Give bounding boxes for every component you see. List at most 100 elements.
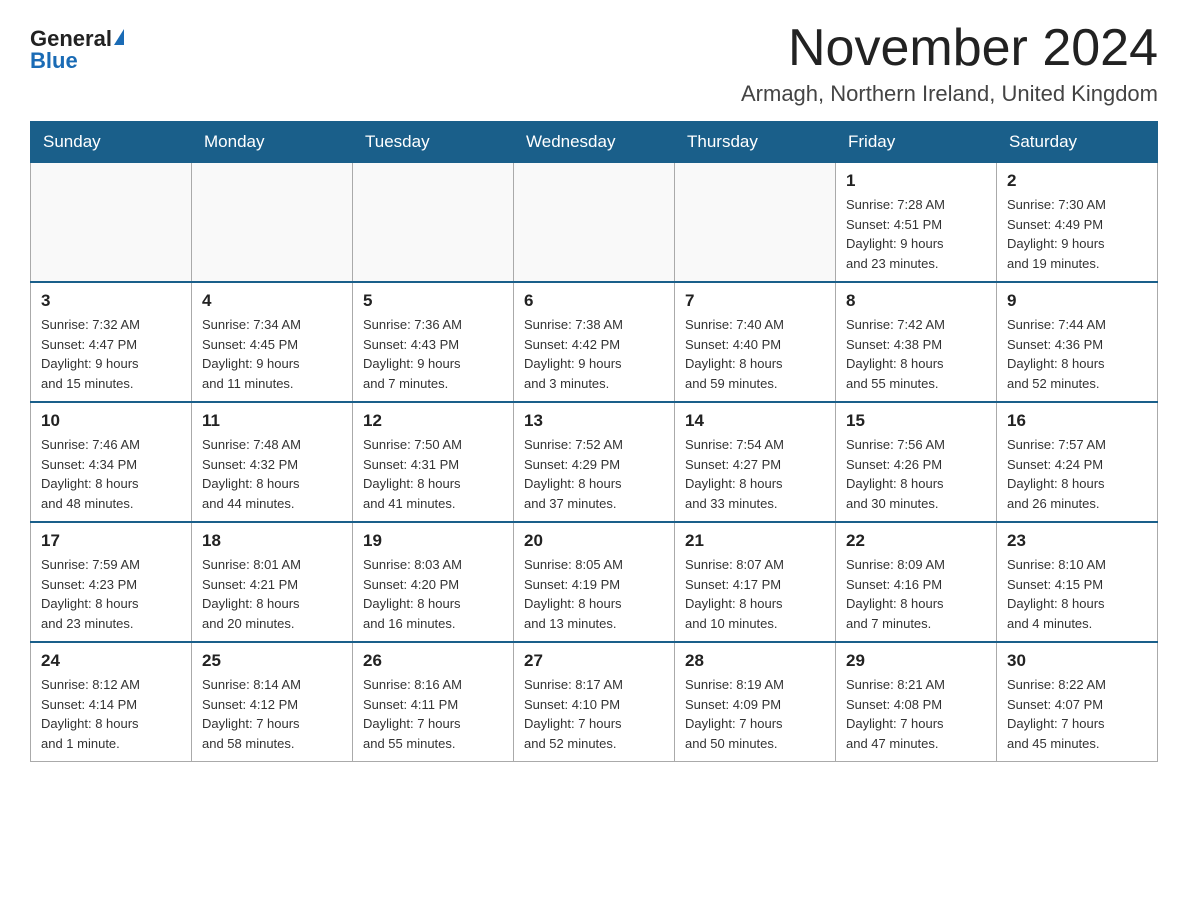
- logo-general-text: General: [30, 28, 112, 50]
- day-info: Sunrise: 8:19 AMSunset: 4:09 PMDaylight:…: [685, 675, 825, 753]
- day-info: Sunrise: 7:36 AMSunset: 4:43 PMDaylight:…: [363, 315, 503, 393]
- day-number: 1: [846, 171, 986, 191]
- day-info: Sunrise: 7:44 AMSunset: 4:36 PMDaylight:…: [1007, 315, 1147, 393]
- calendar-cell: 9 Sunrise: 7:44 AMSunset: 4:36 PMDaylight…: [997, 282, 1158, 402]
- calendar-cell: 8 Sunrise: 7:42 AMSunset: 4:38 PMDaylight…: [836, 282, 997, 402]
- day-info: Sunrise: 7:40 AMSunset: 4:40 PMDaylight:…: [685, 315, 825, 393]
- calendar-cell: 18Sunrise: 8:01 AMSunset: 4:21 PMDayligh…: [192, 522, 353, 642]
- calendar-cell: 3Sunrise: 7:32 AMSunset: 4:47 PMDaylight…: [31, 282, 192, 402]
- day-info: Sunrise: 8:09 AMSunset: 4:16 PMDaylight:…: [846, 555, 986, 633]
- day-number: 10: [41, 411, 181, 431]
- day-info: Sunrise: 7:59 AMSunset: 4:23 PMDaylight:…: [41, 555, 181, 633]
- day-info: Sunrise: 8:17 AMSunset: 4:10 PMDaylight:…: [524, 675, 664, 753]
- weekday-header-monday: Monday: [192, 122, 353, 163]
- day-number: 9: [1007, 291, 1147, 311]
- day-number: 23: [1007, 531, 1147, 551]
- day-number: 26: [363, 651, 503, 671]
- calendar-cell: 10 Sunrise: 7:46 AMSunset: 4:34 PMDayligh…: [31, 402, 192, 522]
- day-number: 11: [202, 411, 342, 431]
- day-number: 24: [41, 651, 181, 671]
- weekday-header-thursday: Thursday: [675, 122, 836, 163]
- day-info: Sunrise: 7:54 AMSunset: 4:27 PMDaylight:…: [685, 435, 825, 513]
- day-number: 12: [363, 411, 503, 431]
- calendar-header-row: SundayMondayTuesdayWednesdayThursdayFrid…: [31, 122, 1158, 163]
- day-number: 19: [363, 531, 503, 551]
- day-info: Sunrise: 8:14 AMSunset: 4:12 PMDaylight:…: [202, 675, 342, 753]
- calendar-cell: 6Sunrise: 7:38 AMSunset: 4:42 PMDaylight…: [514, 282, 675, 402]
- day-number: 29: [846, 651, 986, 671]
- calendar-cell: 19 Sunrise: 8:03 AMSunset: 4:20 PMDayligh…: [353, 522, 514, 642]
- weekday-header-sunday: Sunday: [31, 122, 192, 163]
- day-info: Sunrise: 7:56 AMSunset: 4:26 PMDaylight:…: [846, 435, 986, 513]
- calendar-cell: 22Sunrise: 8:09 AMSunset: 4:16 PMDayligh…: [836, 522, 997, 642]
- location-text: Armagh, Northern Ireland, United Kingdom: [741, 81, 1158, 107]
- day-number: 17: [41, 531, 181, 551]
- day-number: 7: [685, 291, 825, 311]
- day-number: 6: [524, 291, 664, 311]
- calendar-cell: 20Sunrise: 8:05 AMSunset: 4:19 PMDayligh…: [514, 522, 675, 642]
- logo-blue-text: Blue: [30, 50, 78, 72]
- calendar-cell: 17 Sunrise: 7:59 AMSunset: 4:23 PMDayligh…: [31, 522, 192, 642]
- day-info: Sunrise: 7:32 AMSunset: 4:47 PMDaylight:…: [41, 315, 181, 393]
- calendar-table: SundayMondayTuesdayWednesdayThursdayFrid…: [30, 121, 1158, 762]
- calendar-cell: [675, 163, 836, 283]
- day-number: 13: [524, 411, 664, 431]
- day-info: Sunrise: 8:07 AMSunset: 4:17 PMDaylight:…: [685, 555, 825, 633]
- day-number: 5: [363, 291, 503, 311]
- calendar-cell: 14 Sunrise: 7:54 AMSunset: 4:27 PMDayligh…: [675, 402, 836, 522]
- day-info: Sunrise: 7:57 AMSunset: 4:24 PMDaylight:…: [1007, 435, 1147, 513]
- weekday-header-saturday: Saturday: [997, 122, 1158, 163]
- day-number: 30: [1007, 651, 1147, 671]
- day-info: Sunrise: 7:52 AMSunset: 4:29 PMDaylight:…: [524, 435, 664, 513]
- calendar-cell: 30Sunrise: 8:22 AMSunset: 4:07 PMDayligh…: [997, 642, 1158, 762]
- calendar-cell: [353, 163, 514, 283]
- day-info: Sunrise: 8:03 AMSunset: 4:20 PMDaylight:…: [363, 555, 503, 633]
- logo-triangle-icon: [114, 29, 124, 45]
- calendar-week-row: 10 Sunrise: 7:46 AMSunset: 4:34 PMDayligh…: [31, 402, 1158, 522]
- calendar-cell: 2Sunrise: 7:30 AMSunset: 4:49 PMDaylight…: [997, 163, 1158, 283]
- day-info: Sunrise: 7:46 AMSunset: 4:34 PMDaylight:…: [41, 435, 181, 513]
- calendar-cell: 25 Sunrise: 8:14 AMSunset: 4:12 PMDayligh…: [192, 642, 353, 762]
- calendar-cell: 16Sunrise: 7:57 AMSunset: 4:24 PMDayligh…: [997, 402, 1158, 522]
- title-area: November 2024 Armagh, Northern Ireland, …: [741, 20, 1158, 107]
- calendar-week-row: 17 Sunrise: 7:59 AMSunset: 4:23 PMDayligh…: [31, 522, 1158, 642]
- day-info: Sunrise: 8:05 AMSunset: 4:19 PMDaylight:…: [524, 555, 664, 633]
- calendar-cell: 21 Sunrise: 8:07 AMSunset: 4:17 PMDayligh…: [675, 522, 836, 642]
- day-info: Sunrise: 8:16 AMSunset: 4:11 PMDaylight:…: [363, 675, 503, 753]
- calendar-cell: 15 Sunrise: 7:56 AMSunset: 4:26 PMDayligh…: [836, 402, 997, 522]
- day-info: Sunrise: 8:01 AMSunset: 4:21 PMDaylight:…: [202, 555, 342, 633]
- calendar-week-row: 3Sunrise: 7:32 AMSunset: 4:47 PMDaylight…: [31, 282, 1158, 402]
- day-number: 28: [685, 651, 825, 671]
- logo: General Blue: [30, 20, 124, 72]
- calendar-cell: 27Sunrise: 8:17 AMSunset: 4:10 PMDayligh…: [514, 642, 675, 762]
- calendar-cell: [192, 163, 353, 283]
- calendar-cell: 7 Sunrise: 7:40 AMSunset: 4:40 PMDaylight…: [675, 282, 836, 402]
- day-info: Sunrise: 8:21 AMSunset: 4:08 PMDaylight:…: [846, 675, 986, 753]
- day-number: 14: [685, 411, 825, 431]
- day-info: Sunrise: 8:12 AMSunset: 4:14 PMDaylight:…: [41, 675, 181, 753]
- day-info: Sunrise: 8:10 AMSunset: 4:15 PMDaylight:…: [1007, 555, 1147, 633]
- day-number: 2: [1007, 171, 1147, 191]
- calendar-cell: 29 Sunrise: 8:21 AMSunset: 4:08 PMDayligh…: [836, 642, 997, 762]
- calendar-cell: 13 Sunrise: 7:52 AMSunset: 4:29 PMDayligh…: [514, 402, 675, 522]
- day-info: Sunrise: 7:50 AMSunset: 4:31 PMDaylight:…: [363, 435, 503, 513]
- month-title: November 2024: [741, 20, 1158, 77]
- day-number: 4: [202, 291, 342, 311]
- day-number: 21: [685, 531, 825, 551]
- day-info: Sunrise: 7:48 AMSunset: 4:32 PMDaylight:…: [202, 435, 342, 513]
- calendar-cell: 1Sunrise: 7:28 AMSunset: 4:51 PMDaylight…: [836, 163, 997, 283]
- calendar-cell: 28 Sunrise: 8:19 AMSunset: 4:09 PMDayligh…: [675, 642, 836, 762]
- day-info: Sunrise: 7:42 AMSunset: 4:38 PMDaylight:…: [846, 315, 986, 393]
- calendar-cell: 5 Sunrise: 7:36 AMSunset: 4:43 PMDaylight…: [353, 282, 514, 402]
- calendar-cell: [514, 163, 675, 283]
- calendar-week-row: 1Sunrise: 7:28 AMSunset: 4:51 PMDaylight…: [31, 163, 1158, 283]
- calendar-cell: 26 Sunrise: 8:16 AMSunset: 4:11 PMDayligh…: [353, 642, 514, 762]
- calendar-cell: 24 Sunrise: 8:12 AMSunset: 4:14 PMDayligh…: [31, 642, 192, 762]
- calendar-week-row: 24 Sunrise: 8:12 AMSunset: 4:14 PMDayligh…: [31, 642, 1158, 762]
- day-number: 15: [846, 411, 986, 431]
- day-number: 8: [846, 291, 986, 311]
- calendar-cell: 11 Sunrise: 7:48 AMSunset: 4:32 PMDayligh…: [192, 402, 353, 522]
- weekday-header-wednesday: Wednesday: [514, 122, 675, 163]
- calendar-cell: 4Sunrise: 7:34 AMSunset: 4:45 PMDaylight…: [192, 282, 353, 402]
- day-number: 25: [202, 651, 342, 671]
